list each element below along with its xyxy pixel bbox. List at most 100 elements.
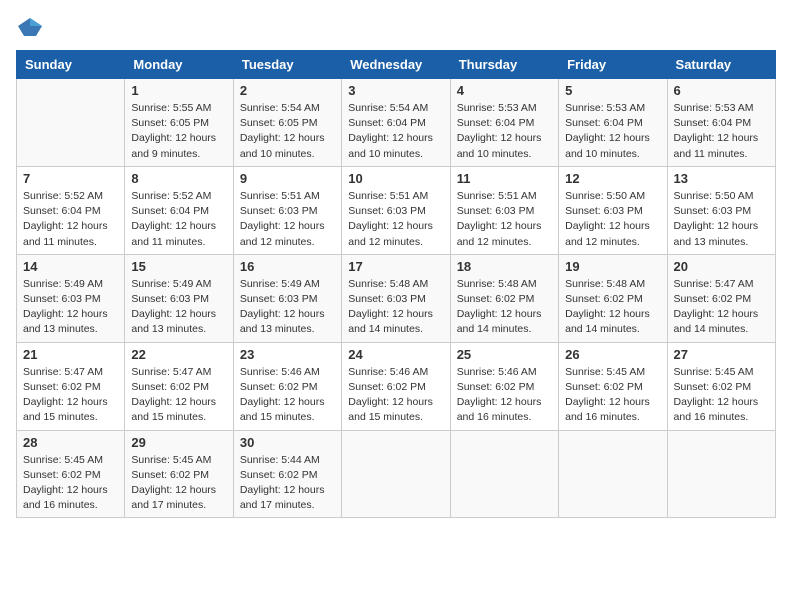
day-info: Sunrise: 5:46 AMSunset: 6:02 PMDaylight:… — [240, 365, 335, 426]
day-info: Sunrise: 5:50 AMSunset: 6:03 PMDaylight:… — [674, 189, 769, 250]
day-info: Sunrise: 5:47 AMSunset: 6:02 PMDaylight:… — [23, 365, 118, 426]
day-number: 3 — [348, 83, 443, 98]
day-number: 26 — [565, 347, 660, 362]
calendar-cell: 15 Sunrise: 5:49 AMSunset: 6:03 PMDaylig… — [125, 254, 233, 342]
week-row-3: 14 Sunrise: 5:49 AMSunset: 6:03 PMDaylig… — [17, 254, 776, 342]
calendar-cell: 7 Sunrise: 5:52 AMSunset: 6:04 PMDayligh… — [17, 166, 125, 254]
day-number: 16 — [240, 259, 335, 274]
day-number: 10 — [348, 171, 443, 186]
day-number: 18 — [457, 259, 552, 274]
day-info: Sunrise: 5:48 AMSunset: 6:02 PMDaylight:… — [565, 277, 660, 338]
day-number: 15 — [131, 259, 226, 274]
day-number: 29 — [131, 435, 226, 450]
day-info: Sunrise: 5:48 AMSunset: 6:02 PMDaylight:… — [457, 277, 552, 338]
day-number: 22 — [131, 347, 226, 362]
day-info: Sunrise: 5:49 AMSunset: 6:03 PMDaylight:… — [240, 277, 335, 338]
calendar-cell: 12 Sunrise: 5:50 AMSunset: 6:03 PMDaylig… — [559, 166, 667, 254]
logo-icon — [16, 16, 44, 38]
weekday-header-tuesday: Tuesday — [233, 51, 341, 79]
day-number: 21 — [23, 347, 118, 362]
calendar-cell: 26 Sunrise: 5:45 AMSunset: 6:02 PMDaylig… — [559, 342, 667, 430]
calendar-cell: 30 Sunrise: 5:44 AMSunset: 6:02 PMDaylig… — [233, 430, 341, 518]
calendar-cell — [450, 430, 558, 518]
day-info: Sunrise: 5:46 AMSunset: 6:02 PMDaylight:… — [457, 365, 552, 426]
day-number: 2 — [240, 83, 335, 98]
calendar-cell: 4 Sunrise: 5:53 AMSunset: 6:04 PMDayligh… — [450, 79, 558, 167]
day-info: Sunrise: 5:50 AMSunset: 6:03 PMDaylight:… — [565, 189, 660, 250]
calendar-cell: 23 Sunrise: 5:46 AMSunset: 6:02 PMDaylig… — [233, 342, 341, 430]
weekday-header-row: SundayMondayTuesdayWednesdayThursdayFrid… — [17, 51, 776, 79]
weekday-header-sunday: Sunday — [17, 51, 125, 79]
day-info: Sunrise: 5:45 AMSunset: 6:02 PMDaylight:… — [131, 453, 226, 514]
calendar-cell: 28 Sunrise: 5:45 AMSunset: 6:02 PMDaylig… — [17, 430, 125, 518]
day-info: Sunrise: 5:54 AMSunset: 6:05 PMDaylight:… — [240, 101, 335, 162]
day-info: Sunrise: 5:45 AMSunset: 6:02 PMDaylight:… — [23, 453, 118, 514]
calendar-cell: 18 Sunrise: 5:48 AMSunset: 6:02 PMDaylig… — [450, 254, 558, 342]
calendar-cell: 9 Sunrise: 5:51 AMSunset: 6:03 PMDayligh… — [233, 166, 341, 254]
day-info: Sunrise: 5:45 AMSunset: 6:02 PMDaylight:… — [565, 365, 660, 426]
week-row-5: 28 Sunrise: 5:45 AMSunset: 6:02 PMDaylig… — [17, 430, 776, 518]
calendar-cell: 16 Sunrise: 5:49 AMSunset: 6:03 PMDaylig… — [233, 254, 341, 342]
day-number: 23 — [240, 347, 335, 362]
day-number: 7 — [23, 171, 118, 186]
day-info: Sunrise: 5:48 AMSunset: 6:03 PMDaylight:… — [348, 277, 443, 338]
day-info: Sunrise: 5:53 AMSunset: 6:04 PMDaylight:… — [457, 101, 552, 162]
calendar-table: SundayMondayTuesdayWednesdayThursdayFrid… — [16, 50, 776, 518]
calendar-cell: 22 Sunrise: 5:47 AMSunset: 6:02 PMDaylig… — [125, 342, 233, 430]
calendar-cell: 14 Sunrise: 5:49 AMSunset: 6:03 PMDaylig… — [17, 254, 125, 342]
calendar-cell: 6 Sunrise: 5:53 AMSunset: 6:04 PMDayligh… — [667, 79, 775, 167]
day-info: Sunrise: 5:47 AMSunset: 6:02 PMDaylight:… — [674, 277, 769, 338]
calendar-cell: 13 Sunrise: 5:50 AMSunset: 6:03 PMDaylig… — [667, 166, 775, 254]
calendar-cell: 10 Sunrise: 5:51 AMSunset: 6:03 PMDaylig… — [342, 166, 450, 254]
day-info: Sunrise: 5:54 AMSunset: 6:04 PMDaylight:… — [348, 101, 443, 162]
day-info: Sunrise: 5:47 AMSunset: 6:02 PMDaylight:… — [131, 365, 226, 426]
calendar-cell: 29 Sunrise: 5:45 AMSunset: 6:02 PMDaylig… — [125, 430, 233, 518]
day-number: 4 — [457, 83, 552, 98]
day-number: 17 — [348, 259, 443, 274]
weekday-header-wednesday: Wednesday — [342, 51, 450, 79]
logo — [16, 16, 48, 38]
day-number: 8 — [131, 171, 226, 186]
day-number: 9 — [240, 171, 335, 186]
day-info: Sunrise: 5:44 AMSunset: 6:02 PMDaylight:… — [240, 453, 335, 514]
calendar-cell: 3 Sunrise: 5:54 AMSunset: 6:04 PMDayligh… — [342, 79, 450, 167]
day-number: 27 — [674, 347, 769, 362]
calendar-cell — [667, 430, 775, 518]
page-header — [16, 16, 776, 38]
calendar-cell: 2 Sunrise: 5:54 AMSunset: 6:05 PMDayligh… — [233, 79, 341, 167]
day-number: 14 — [23, 259, 118, 274]
day-info: Sunrise: 5:53 AMSunset: 6:04 PMDaylight:… — [565, 101, 660, 162]
day-number: 28 — [23, 435, 118, 450]
day-number: 11 — [457, 171, 552, 186]
day-number: 19 — [565, 259, 660, 274]
day-info: Sunrise: 5:51 AMSunset: 6:03 PMDaylight:… — [457, 189, 552, 250]
calendar-cell: 11 Sunrise: 5:51 AMSunset: 6:03 PMDaylig… — [450, 166, 558, 254]
calendar-cell: 20 Sunrise: 5:47 AMSunset: 6:02 PMDaylig… — [667, 254, 775, 342]
week-row-1: 1 Sunrise: 5:55 AMSunset: 6:05 PMDayligh… — [17, 79, 776, 167]
calendar-cell — [559, 430, 667, 518]
day-number: 5 — [565, 83, 660, 98]
day-info: Sunrise: 5:46 AMSunset: 6:02 PMDaylight:… — [348, 365, 443, 426]
calendar-cell: 19 Sunrise: 5:48 AMSunset: 6:02 PMDaylig… — [559, 254, 667, 342]
day-info: Sunrise: 5:55 AMSunset: 6:05 PMDaylight:… — [131, 101, 226, 162]
day-info: Sunrise: 5:49 AMSunset: 6:03 PMDaylight:… — [23, 277, 118, 338]
week-row-4: 21 Sunrise: 5:47 AMSunset: 6:02 PMDaylig… — [17, 342, 776, 430]
day-info: Sunrise: 5:52 AMSunset: 6:04 PMDaylight:… — [131, 189, 226, 250]
calendar-cell: 17 Sunrise: 5:48 AMSunset: 6:03 PMDaylig… — [342, 254, 450, 342]
day-number: 6 — [674, 83, 769, 98]
calendar-cell: 1 Sunrise: 5:55 AMSunset: 6:05 PMDayligh… — [125, 79, 233, 167]
week-row-2: 7 Sunrise: 5:52 AMSunset: 6:04 PMDayligh… — [17, 166, 776, 254]
calendar-cell: 8 Sunrise: 5:52 AMSunset: 6:04 PMDayligh… — [125, 166, 233, 254]
calendar-cell: 27 Sunrise: 5:45 AMSunset: 6:02 PMDaylig… — [667, 342, 775, 430]
day-number: 1 — [131, 83, 226, 98]
calendar-cell — [342, 430, 450, 518]
calendar-cell: 5 Sunrise: 5:53 AMSunset: 6:04 PMDayligh… — [559, 79, 667, 167]
day-info: Sunrise: 5:49 AMSunset: 6:03 PMDaylight:… — [131, 277, 226, 338]
day-number: 20 — [674, 259, 769, 274]
weekday-header-thursday: Thursday — [450, 51, 558, 79]
calendar-cell — [17, 79, 125, 167]
day-info: Sunrise: 5:52 AMSunset: 6:04 PMDaylight:… — [23, 189, 118, 250]
calendar-cell: 25 Sunrise: 5:46 AMSunset: 6:02 PMDaylig… — [450, 342, 558, 430]
weekday-header-saturday: Saturday — [667, 51, 775, 79]
day-number: 12 — [565, 171, 660, 186]
